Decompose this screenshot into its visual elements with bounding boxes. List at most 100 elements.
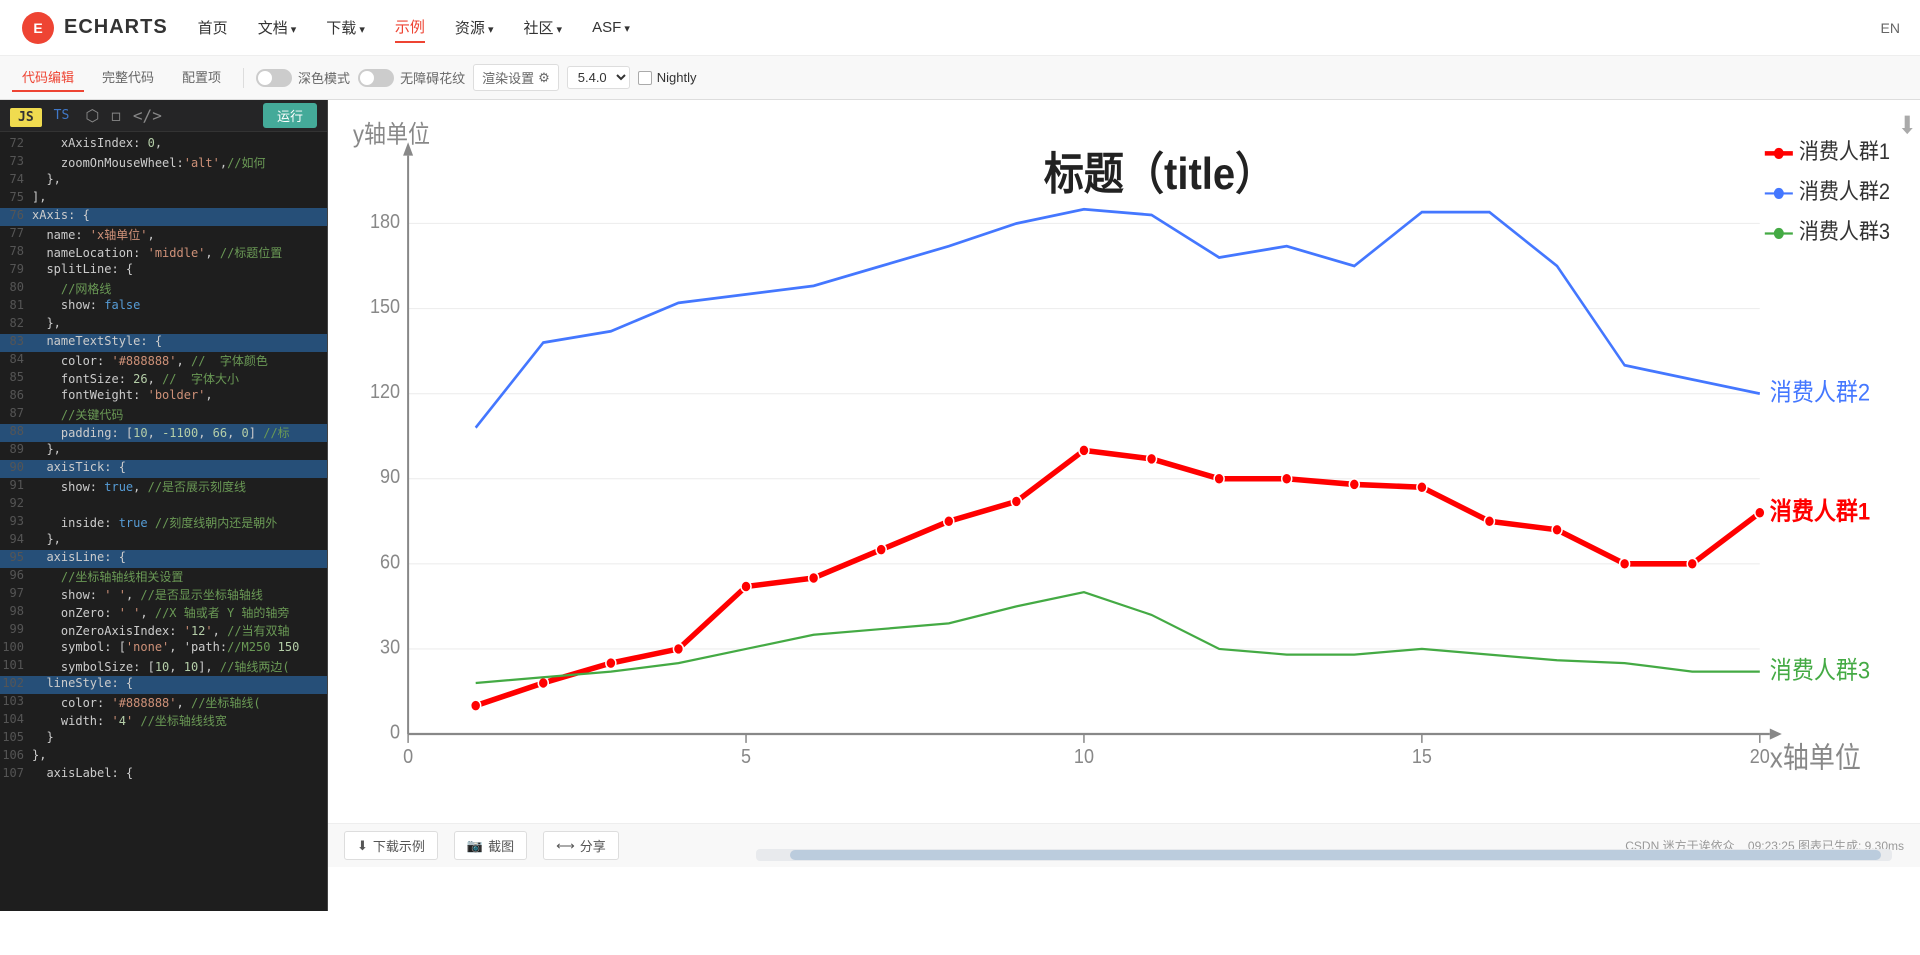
line-number: 89 [0,442,32,460]
code-line: 73 zoomOnMouseWheel:'alt',//如何 [0,154,327,172]
line-number: 94 [0,532,32,550]
render-settings-button[interactable]: 渲染设置 ⚙ [473,64,559,91]
lang-switch[interactable]: EN [1881,20,1900,36]
code-line: 101 symbolSize: [10, 10], //轴线两边( [0,658,327,676]
svg-text:5: 5 [741,746,751,768]
line-code: } [32,730,327,748]
line-number: 74 [0,172,32,190]
code-line: 86 fontWeight: 'bolder', [0,388,327,406]
barrier-toggle-wrap: 无障碍花纹 [358,68,465,87]
svg-text:120: 120 [370,381,400,403]
run-button[interactable]: 运行 [263,103,317,128]
line-code: fontSize: 26, // 字体大小 [32,370,327,388]
3d-icon[interactable]: ⬡ [85,106,99,125]
line-code: color: '#888888', //坐标轴线( [32,694,327,712]
code-line: 84 color: '#888888', // 字体颜色 [0,352,327,370]
screenshot-label: 截图 [488,836,514,855]
lang-tab-js[interactable]: JS [10,108,42,127]
line-number: 77 [0,226,32,244]
share-button[interactable]: ⟷ 分享 [543,831,619,860]
tab-code-edit[interactable]: 代码编辑 [12,63,84,92]
share-label: 分享 [580,836,606,855]
cube-icon[interactable]: ◻ [111,106,121,125]
nav-resources[interactable]: 资源 [455,13,494,42]
nav-home[interactable]: 首页 [198,13,228,42]
svg-text:消费人群2: 消费人群2 [1770,378,1870,405]
code-line: 88 padding: [10, -1100, 66, 0] //标 [0,424,327,442]
line-code: show: false [32,298,327,316]
line-code: splitLine: { [32,262,327,280]
nav-download[interactable]: 下载 [326,13,365,42]
line-number: 82 [0,316,32,334]
line-number: 91 [0,478,32,496]
line-code: }, [32,442,327,460]
code-line: 107 axisLabel: { [0,766,327,784]
top-nav: E ECHARTS 首页 文档 下载 示例 资源 社区 ASF EN [0,0,1920,56]
nav-examples[interactable]: 示例 [395,12,425,43]
code-line: 77 name: 'x轴单位', [0,226,327,244]
code-line: 99 onZeroAxisIndex: '12', //当有双轴 [0,622,327,640]
line-code [32,496,327,514]
line-code: }, [32,316,327,334]
nightly-checkbox[interactable] [638,71,652,85]
screenshot-button[interactable]: 📷 截图 [454,831,527,860]
line-number: 81 [0,298,32,316]
line-code: symbol: ['none', 'path://M250 150 [32,640,327,658]
code-line: 106}, [0,748,327,766]
code-line: 87 //关键代码 [0,406,327,424]
version-select[interactable]: 5.4.0 [567,66,630,89]
line-code: lineStyle: { [32,676,327,694]
nav-community[interactable]: 社区 [523,13,562,42]
code-panel: JS TS ⬡ ◻ </> 运行 72 xAxisIndex: 0,73 zoo… [0,100,328,911]
line-number: 93 [0,514,32,532]
tab-full-code[interactable]: 完整代码 [92,63,164,92]
code-line: 82 }, [0,316,327,334]
divider [243,68,244,88]
svg-text:90: 90 [380,466,400,488]
line-code: symbolSize: [10, 10], //轴线两边( [32,658,327,676]
svg-text:20: 20 [1750,746,1770,768]
code-line: 91 show: true, //是否展示刻度线 [0,478,327,496]
nav-asf[interactable]: ASF [592,15,630,40]
dark-mode-toggle-wrap: 深色模式 [256,68,350,87]
barrier-label: 无障碍花纹 [400,68,465,87]
lang-tab-ts[interactable]: TS [46,103,78,128]
code-icon[interactable]: </> [133,106,162,125]
line-code: zoomOnMouseWheel:'alt',//如何 [32,154,327,172]
chart-scrollbar[interactable] [756,849,1892,861]
line-number: 85 [0,370,32,388]
line-number: 96 [0,568,32,586]
tab-config[interactable]: 配置项 [172,63,231,92]
barrier-toggle[interactable] [358,69,394,87]
render-label: 渲染设置 [482,68,534,87]
line-code: //坐标轴轴线相关设置 [32,568,327,586]
line-code: axisTick: { [32,460,327,478]
logo-text: ECHARTS [64,16,168,39]
line-code: name: 'x轴单位', [32,226,327,244]
line-number: 73 [0,154,32,172]
download-button[interactable]: ⬇ 下载示例 [344,831,438,860]
line-code: }, [32,532,327,550]
scrollbar-thumb[interactable] [790,850,1881,860]
code-line: 105 } [0,730,327,748]
code-line: 94 }, [0,532,327,550]
code-content[interactable]: 72 xAxisIndex: 0,73 zoomOnMouseWheel:'al… [0,132,327,911]
line-number: 105 [0,730,32,748]
line-code: color: '#888888', // 字体颜色 [32,352,327,370]
svg-text:E: E [33,20,42,36]
svg-text:10: 10 [1074,746,1094,768]
line-number: 103 [0,694,32,712]
code-lang-tabs: JS TS ⬡ ◻ </> 运行 [0,100,327,132]
nav-docs[interactable]: 文档 [258,13,297,42]
line-number: 106 [0,748,32,766]
code-line: 79 splitLine: { [0,262,327,280]
toolbar: 代码编辑 完整代码 配置项 深色模式 无障碍花纹 渲染设置 ⚙ 5.4.0 Ni… [0,56,1920,100]
dark-mode-toggle[interactable] [256,69,292,87]
chart-area: 030609012015018005101520y轴单位x轴单位标题（title… [328,100,1920,823]
svg-text:⬇: ⬇ [1898,111,1916,138]
line-number: 84 [0,352,32,370]
svg-text:150: 150 [370,296,400,318]
camera-icon: 📷 [467,838,483,854]
svg-text:消费人群2: 消费人群2 [1799,179,1890,204]
download-icon: ⬇ [357,838,368,854]
